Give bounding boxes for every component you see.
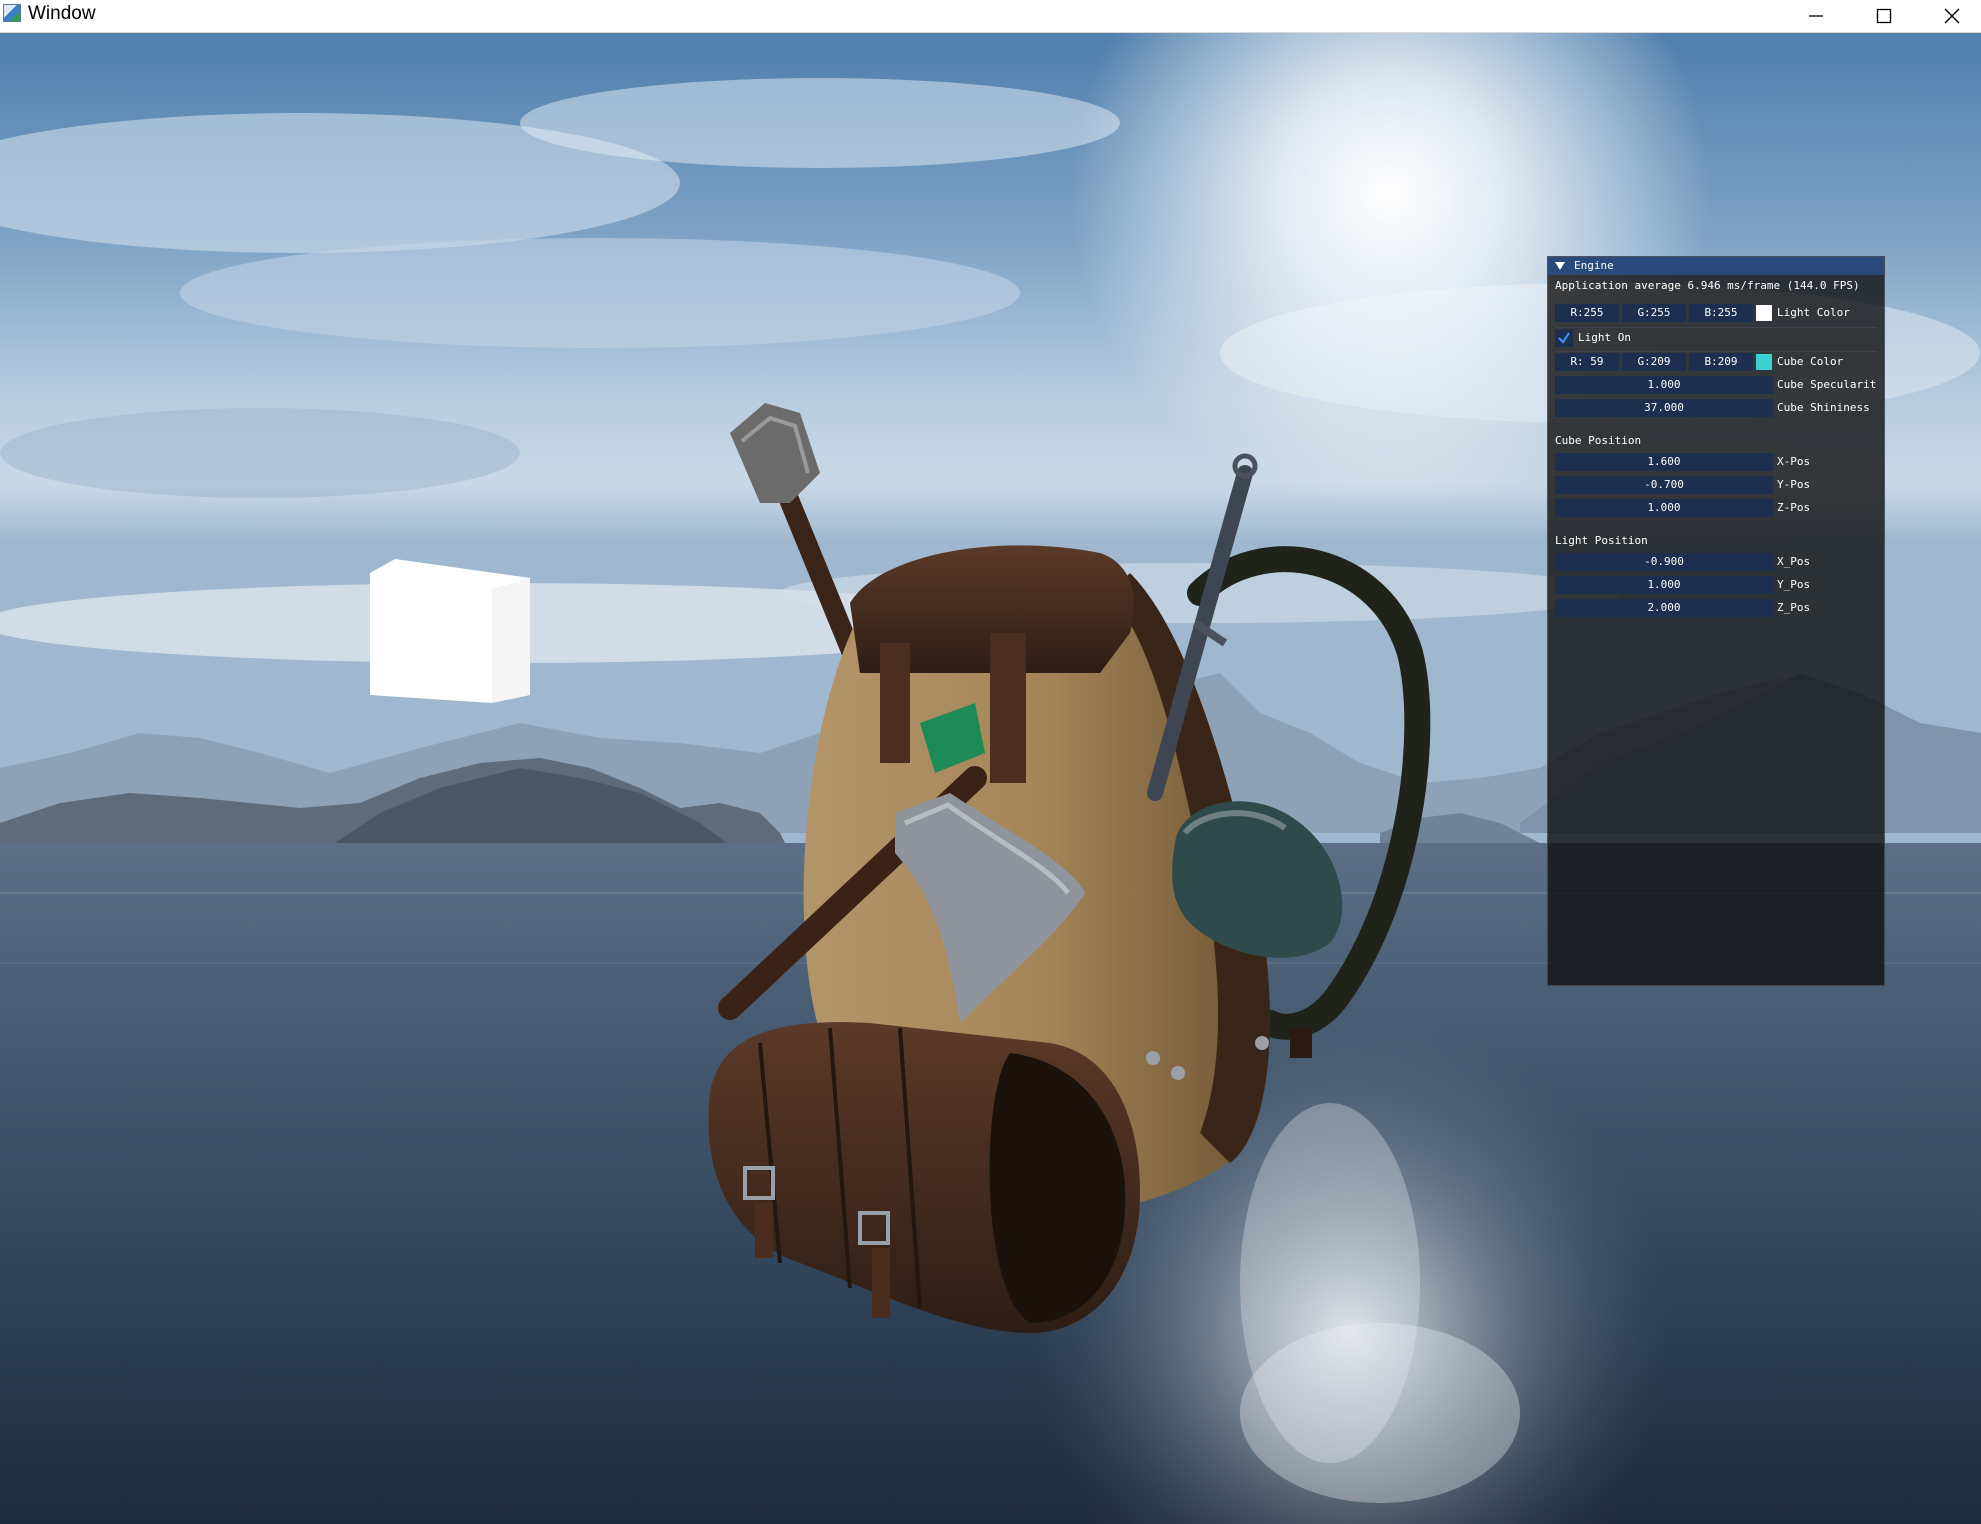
cube-color-swatch[interactable]	[1756, 354, 1772, 370]
engine-panel-titlebar[interactable]: Engine	[1548, 257, 1884, 275]
cube-z-pos-label: Z-Pos	[1777, 501, 1811, 514]
engine-panel-title: Engine	[1574, 259, 1614, 272]
window-titlebar[interactable]: Window	[0, 0, 1981, 33]
minimize-icon	[1809, 15, 1823, 17]
fps-text: Application average 6.946 ms/frame (144.…	[1555, 279, 1860, 292]
cube-color-label: Cube Color	[1777, 355, 1844, 368]
light-x-pos-label: X_Pos	[1777, 555, 1811, 568]
light-y-pos-slider[interactable]: 1.000	[1555, 576, 1773, 594]
light-color-swatch[interactable]	[1756, 305, 1772, 321]
light-z-pos-label: Z_Pos	[1777, 601, 1811, 614]
cube-shininess-slider[interactable]: 37.000	[1555, 399, 1773, 417]
cube-z-pos-slider[interactable]: 1.000	[1555, 499, 1773, 517]
light-y-pos-label: Y_Pos	[1777, 578, 1811, 591]
checkmark-icon	[1558, 332, 1570, 344]
cube-color-r-field[interactable]: R: 59	[1555, 353, 1619, 371]
cube-specularity-slider[interactable]: 1.000	[1555, 376, 1773, 394]
separator	[1555, 351, 1877, 352]
close-button[interactable]	[1918, 0, 1981, 32]
cube-x-pos-slider[interactable]: 1.600	[1555, 453, 1773, 471]
light-on-checkbox[interactable]	[1555, 329, 1573, 347]
cube-y-pos-label: Y-Pos	[1777, 478, 1811, 491]
maximize-icon	[1876, 8, 1892, 24]
app-icon	[3, 4, 21, 22]
separator	[1555, 327, 1877, 328]
light-color-label: Light Color	[1777, 306, 1850, 319]
cube-specularity-label: Cube Specularit	[1777, 378, 1877, 391]
light-color-r-field[interactable]: R:255	[1555, 304, 1619, 322]
light-position-header: Light Position	[1555, 534, 1648, 547]
close-icon	[1944, 8, 1960, 24]
cube-shininess-label: Cube Shininess	[1777, 401, 1870, 414]
cube-color-g-field[interactable]: G:209	[1622, 353, 1686, 371]
cube-y-pos-slider[interactable]: -0.700	[1555, 476, 1773, 494]
cube-x-pos-label: X-Pos	[1777, 455, 1811, 468]
cube-color-b-field[interactable]: B:209	[1689, 353, 1753, 371]
window-title: Window	[28, 3, 96, 24]
collapse-arrow-icon[interactable]	[1555, 262, 1565, 270]
light-color-g-field[interactable]: G:255	[1622, 304, 1686, 322]
light-z-pos-slider[interactable]: 2.000	[1555, 599, 1773, 617]
maximize-button[interactable]	[1850, 0, 1918, 32]
light-color-b-field[interactable]: B:255	[1689, 304, 1753, 322]
light-x-pos-slider[interactable]: -0.900	[1555, 553, 1773, 571]
minimize-button[interactable]	[1782, 0, 1850, 32]
cube-position-header: Cube Position	[1555, 434, 1642, 447]
light-on-label: Light On	[1578, 331, 1631, 344]
engine-panel[interactable]: Engine Application average 6.946 ms/fram…	[1547, 256, 1885, 986]
